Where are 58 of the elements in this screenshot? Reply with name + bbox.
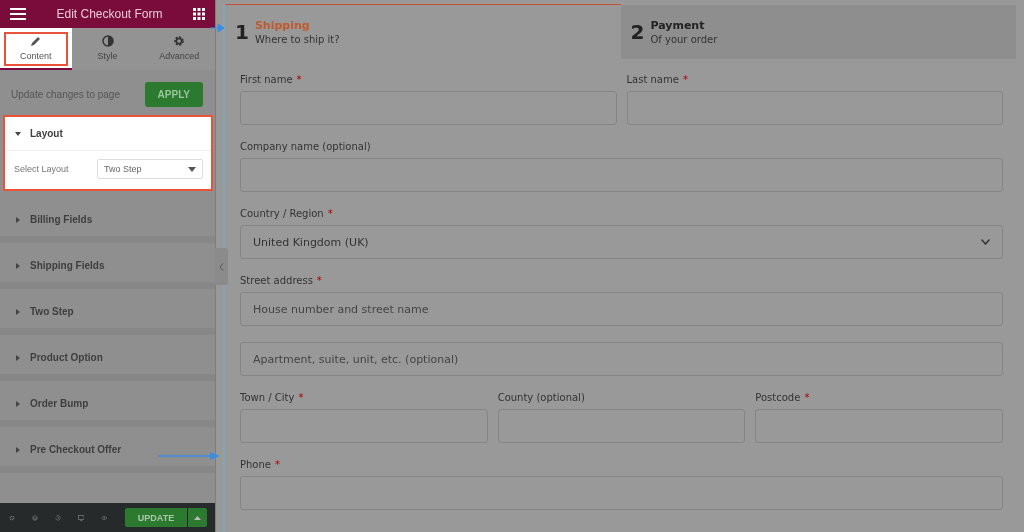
field-label: Country / Region — [240, 208, 324, 219]
annotation-arrow — [158, 451, 220, 461]
collapse-handle[interactable] — [215, 248, 228, 285]
apply-button[interactable]: APPLY — [144, 82, 203, 107]
required-mark: * — [275, 459, 280, 470]
chevron-down-icon — [981, 239, 990, 245]
history-icon[interactable] — [54, 512, 61, 523]
layers-icon[interactable] — [31, 512, 38, 523]
chevron-left-icon — [219, 262, 224, 271]
section-header[interactable]: Pre Checkout Offer — [0, 432, 215, 466]
caret-down-icon — [188, 166, 196, 172]
field-label: Company name (optional) — [240, 141, 371, 152]
panel-title: Edit Checkout Form — [56, 7, 163, 21]
section-header[interactable]: Layout — [5, 117, 211, 151]
required-mark: * — [804, 392, 810, 403]
panel-tab[interactable]: Advanced — [143, 28, 215, 70]
gear-icon — [173, 35, 186, 47]
update-button[interactable]: UPDATE — [125, 508, 188, 527]
section-header[interactable]: Two Step — [0, 294, 215, 328]
contrast-icon — [101, 35, 114, 47]
field-label: Street address — [240, 275, 313, 286]
field-label: First name — [240, 74, 293, 85]
field-label: Town / City — [240, 392, 295, 403]
section-header[interactable]: Billing Fields — [0, 202, 215, 236]
caret-down-icon — [15, 130, 21, 137]
required-mark: * — [327, 208, 333, 219]
caret-right-icon — [15, 354, 21, 361]
caret-up-icon — [194, 515, 202, 520]
required-mark: * — [316, 275, 322, 286]
input-field[interactable]: House number and street name — [240, 292, 1003, 326]
panel-tab[interactable]: Content — [0, 28, 72, 70]
caret-right-icon — [15, 216, 21, 223]
eye-icon[interactable] — [101, 513, 109, 522]
field-label: County (optional) — [497, 392, 585, 403]
required-mark: * — [296, 74, 302, 85]
required-mark: * — [298, 392, 304, 403]
pencil-icon — [29, 35, 42, 47]
input-field[interactable]: Apartment, suite, unit, etc. (optional) — [240, 342, 1003, 376]
section-header[interactable]: Order Bump — [0, 386, 215, 420]
field-label: Phone — [240, 459, 271, 470]
menu-icon[interactable] — [10, 8, 26, 20]
layout-label: Select Layout — [14, 164, 69, 174]
annotation-arrow — [210, 23, 224, 33]
required-mark: * — [682, 74, 688, 85]
field-label: Last name — [626, 74, 679, 85]
caret-right-icon — [15, 262, 21, 269]
monitor-icon[interactable] — [77, 512, 85, 523]
section-header[interactable]: Product Option — [0, 340, 215, 374]
field-label: Postcode — [755, 392, 801, 403]
grid-icon[interactable] — [193, 8, 205, 20]
caret-right-icon — [15, 400, 21, 407]
panel-tab[interactable]: Style — [71, 28, 144, 70]
section-header[interactable]: Shipping Fields — [0, 248, 215, 282]
caret-right-icon — [15, 308, 21, 315]
update-options-button[interactable] — [188, 508, 208, 527]
caret-right-icon — [15, 446, 21, 453]
layout-select[interactable]: Two Step — [97, 159, 203, 179]
country-select[interactable]: United Kingdom (UK) — [240, 225, 1003, 259]
